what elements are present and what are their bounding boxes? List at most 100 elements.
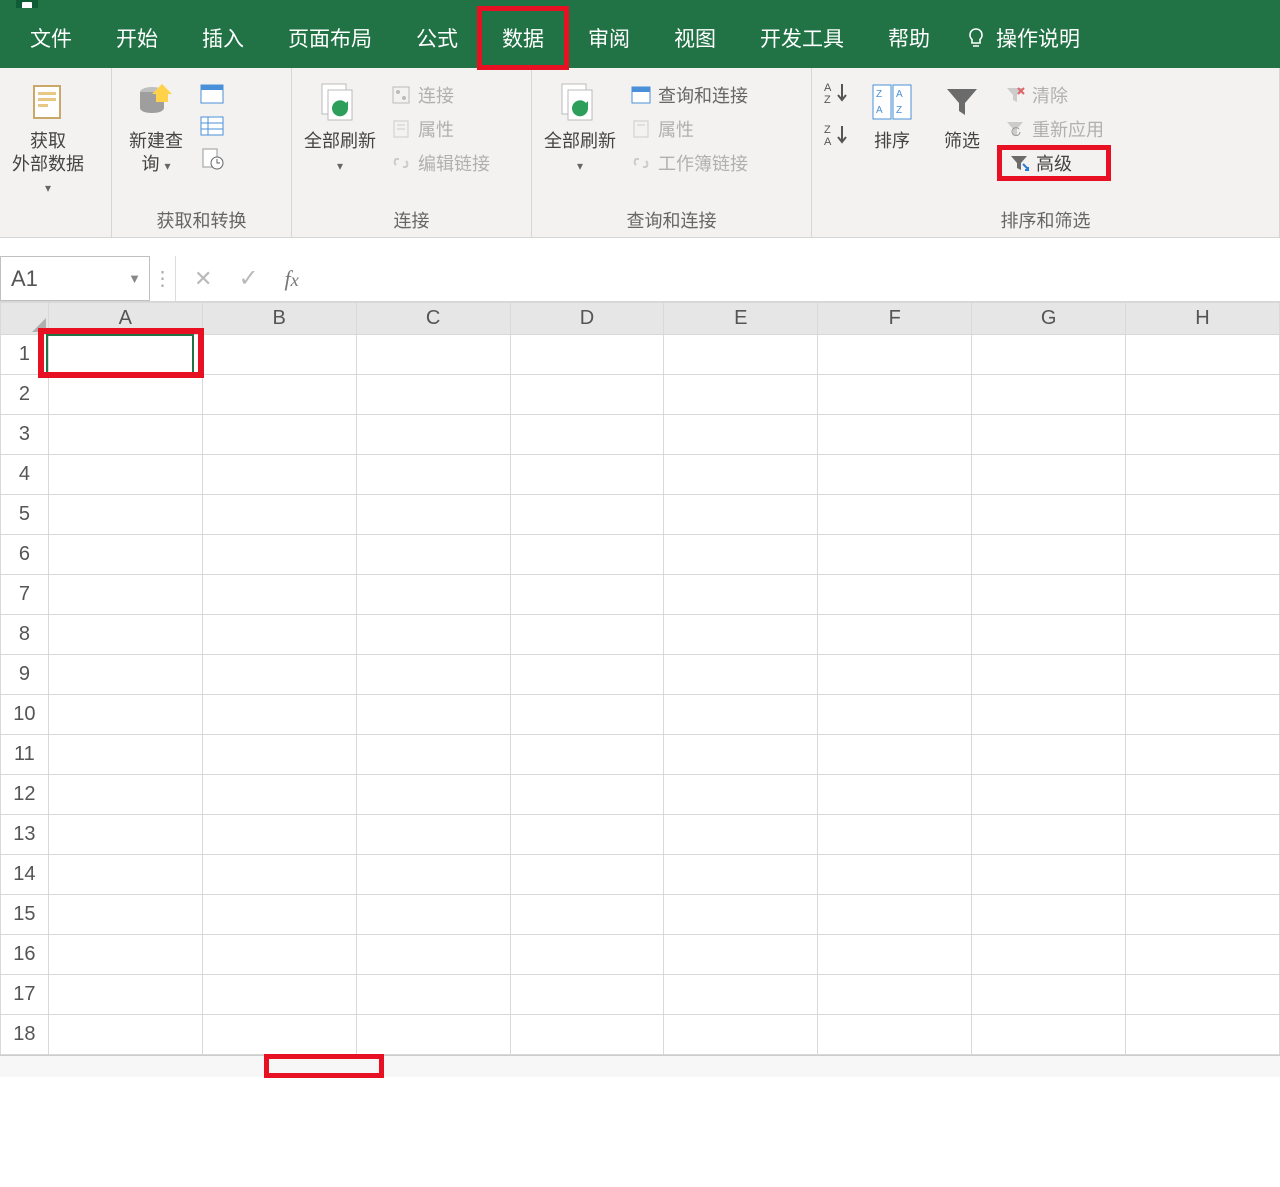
cell[interactable] xyxy=(664,535,818,575)
cell[interactable] xyxy=(664,575,818,615)
tab-developer[interactable]: 开发工具 xyxy=(738,9,866,67)
cell[interactable] xyxy=(202,335,356,375)
chevron-down-icon[interactable]: ▼ xyxy=(128,271,141,286)
col-header[interactable]: H xyxy=(1126,303,1280,335)
cell[interactable] xyxy=(356,695,510,735)
cell[interactable] xyxy=(356,775,510,815)
row-header[interactable]: 8 xyxy=(1,615,49,655)
cell[interactable] xyxy=(202,415,356,455)
row-header[interactable]: 10 xyxy=(1,695,49,735)
cell[interactable] xyxy=(202,615,356,655)
cell[interactable] xyxy=(202,455,356,495)
cell[interactable] xyxy=(972,415,1126,455)
cell[interactable] xyxy=(972,375,1126,415)
select-all-corner[interactable] xyxy=(1,303,49,335)
cell[interactable] xyxy=(664,615,818,655)
cell[interactable] xyxy=(510,335,664,375)
cell[interactable] xyxy=(972,935,1126,975)
cell[interactable] xyxy=(202,775,356,815)
cell[interactable] xyxy=(818,855,972,895)
cell[interactable] xyxy=(356,935,510,975)
cell[interactable] xyxy=(48,375,202,415)
cell[interactable] xyxy=(818,895,972,935)
cell[interactable] xyxy=(202,655,356,695)
tab-review[interactable]: 审阅 xyxy=(566,9,652,67)
cell[interactable] xyxy=(356,615,510,655)
sort-desc-button[interactable]: ZA xyxy=(822,122,852,150)
cell[interactable] xyxy=(972,455,1126,495)
cell[interactable] xyxy=(1126,455,1280,495)
from-table-icon[interactable] xyxy=(198,112,226,140)
cell[interactable] xyxy=(1126,855,1280,895)
col-header[interactable]: F xyxy=(818,303,972,335)
cell[interactable] xyxy=(972,495,1126,535)
tab-help[interactable]: 帮助 xyxy=(866,9,952,67)
col-header[interactable]: B xyxy=(202,303,356,335)
connections-button[interactable]: 连接 xyxy=(386,80,494,110)
tab-formulas[interactable]: 公式 xyxy=(394,9,480,67)
refresh-all-button-2[interactable]: 全部刷新▾ xyxy=(540,74,620,175)
recent-sources-icon[interactable] xyxy=(198,144,226,172)
cell[interactable] xyxy=(202,1015,356,1055)
cell[interactable] xyxy=(1126,415,1280,455)
cell[interactable] xyxy=(818,1015,972,1055)
cell[interactable] xyxy=(510,775,664,815)
cell[interactable] xyxy=(664,495,818,535)
get-external-data-button[interactable]: 获取 外部数据 ▾ xyxy=(8,74,88,198)
row-header[interactable]: 13 xyxy=(1,815,49,855)
row-header[interactable]: 5 xyxy=(1,495,49,535)
cell[interactable] xyxy=(818,935,972,975)
cell[interactable] xyxy=(48,775,202,815)
cell[interactable] xyxy=(818,615,972,655)
row-header[interactable]: 18 xyxy=(1,1015,49,1055)
cell[interactable] xyxy=(48,575,202,615)
cell[interactable] xyxy=(356,335,510,375)
name-box-resize[interactable]: ⋮ xyxy=(150,256,176,301)
cell[interactable] xyxy=(818,375,972,415)
tab-data[interactable]: 数据 xyxy=(480,9,566,67)
cell[interactable] xyxy=(202,735,356,775)
cell[interactable] xyxy=(202,935,356,975)
cell[interactable] xyxy=(972,815,1126,855)
row-header[interactable]: 14 xyxy=(1,855,49,895)
queries-connections-button[interactable]: 查询和连接 xyxy=(626,80,752,110)
col-header[interactable]: D xyxy=(510,303,664,335)
tab-home[interactable]: 开始 xyxy=(94,9,180,67)
cell[interactable] xyxy=(48,455,202,495)
cell[interactable] xyxy=(356,895,510,935)
row-header[interactable]: 11 xyxy=(1,735,49,775)
name-box[interactable]: A1 ▼ xyxy=(0,256,150,301)
cell[interactable] xyxy=(972,575,1126,615)
cell[interactable] xyxy=(510,735,664,775)
row-header[interactable]: 3 xyxy=(1,415,49,455)
refresh-all-button[interactable]: 全部刷新▾ xyxy=(300,74,380,175)
cell[interactable] xyxy=(972,855,1126,895)
cell[interactable] xyxy=(202,975,356,1015)
cell[interactable] xyxy=(48,415,202,455)
cell[interactable] xyxy=(510,615,664,655)
cell[interactable] xyxy=(818,775,972,815)
cell[interactable] xyxy=(356,655,510,695)
row-header[interactable]: 4 xyxy=(1,455,49,495)
cell[interactable] xyxy=(48,935,202,975)
cell[interactable] xyxy=(818,975,972,1015)
cell[interactable] xyxy=(972,535,1126,575)
sort-button[interactable]: ZAAZ 排序 xyxy=(860,74,924,153)
cell[interactable] xyxy=(972,695,1126,735)
cell[interactable] xyxy=(356,455,510,495)
cell[interactable] xyxy=(48,815,202,855)
row-header[interactable]: 15 xyxy=(1,895,49,935)
row-header[interactable]: 7 xyxy=(1,575,49,615)
cell[interactable] xyxy=(356,495,510,535)
tell-me[interactable]: 操作说明 xyxy=(964,23,1080,53)
sheet-tab-strip[interactable] xyxy=(0,1055,1280,1077)
advanced-filter-button[interactable]: 高级 xyxy=(1000,148,1108,178)
cell[interactable] xyxy=(356,375,510,415)
col-header[interactable]: E xyxy=(664,303,818,335)
cell[interactable] xyxy=(972,655,1126,695)
cell[interactable] xyxy=(510,935,664,975)
cell[interactable] xyxy=(48,975,202,1015)
cell[interactable] xyxy=(510,575,664,615)
cell[interactable] xyxy=(1126,695,1280,735)
cell[interactable] xyxy=(1126,1015,1280,1055)
